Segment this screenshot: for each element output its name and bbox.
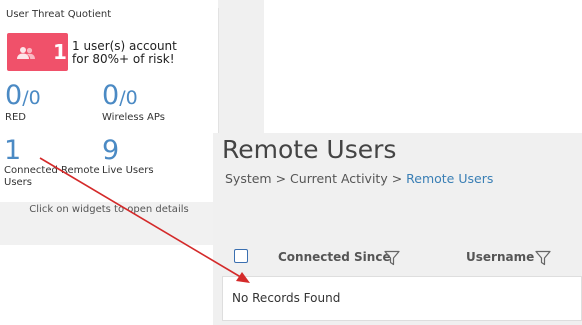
column-username[interactable]: Username: [466, 250, 534, 264]
red-widget[interactable]: 0/0 RED: [5, 82, 41, 124]
red-label: RED: [5, 112, 26, 123]
filter-icon[interactable]: [384, 250, 400, 266]
live-users-value: 9: [102, 135, 120, 166]
column-connected-since[interactable]: Connected Since: [278, 250, 391, 264]
page-title: Remote Users: [222, 135, 397, 164]
filter-icon[interactable]: [535, 250, 551, 266]
empty-state-message: No Records Found: [232, 291, 341, 305]
select-all-checkbox[interactable]: [234, 249, 248, 263]
wireless-aps-value: 0/0: [102, 80, 138, 111]
red-value: 0/0: [5, 80, 41, 111]
screenshot-stage: User Threat Quotient 1 1 user(s) account…: [0, 0, 582, 325]
breadcrumb: System > Current Activity > Remote Users: [225, 171, 494, 186]
risk-line-2: for 80%+ of risk!: [72, 52, 175, 66]
users-icon: [16, 45, 36, 59]
uqt-widget-title: User Threat Quotient: [6, 9, 112, 20]
widgets-hint: Click on widgets to open details: [29, 204, 189, 215]
breadcrumb-current-activity[interactable]: Current Activity: [290, 171, 388, 186]
wireless-aps-widget[interactable]: 0/0 Wireless APs: [102, 82, 165, 124]
risk-badge[interactable]: 1: [7, 33, 68, 71]
connected-remote-users-value: 1: [4, 135, 22, 166]
connected-remote-users-label: Connected Remote Users: [4, 165, 100, 188]
breadcrumb-remote-users[interactable]: Remote Users: [406, 171, 493, 186]
risk-count: 1: [53, 40, 67, 64]
live-users-label: Live Users: [102, 165, 154, 176]
connected-remote-users-widget[interactable]: 1 Connected Remote Users: [4, 137, 100, 189]
live-users-widget[interactable]: 9 Live Users: [102, 137, 154, 177]
wireless-aps-label: Wireless APs: [102, 112, 165, 123]
breadcrumb-system[interactable]: System: [225, 171, 272, 186]
risk-description[interactable]: 1 user(s) account for 80%+ of risk!: [72, 40, 177, 66]
